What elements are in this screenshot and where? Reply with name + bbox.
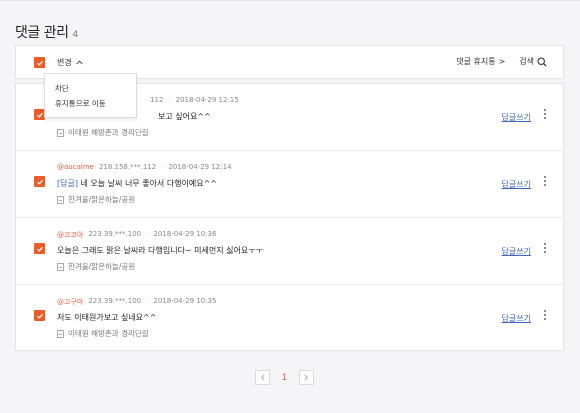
comment-row: @고구마 223.39.***.100 · 2018-04-29 10:35 저… [16, 285, 563, 352]
change-dropdown-button[interactable]: 변경 [57, 57, 83, 68]
check-icon [36, 179, 43, 185]
comment-ip: 112 [150, 96, 164, 104]
comment-count: 4 [72, 30, 79, 40]
more-options-icon[interactable] [543, 310, 546, 321]
menu-item-move-to-trash[interactable]: 휴지통으로 이동 [45, 96, 136, 111]
more-options-icon[interactable] [543, 243, 546, 254]
check-icon [36, 60, 43, 66]
change-label: 변경 [57, 58, 72, 67]
check-icon [36, 112, 43, 118]
meta-separator: · [161, 163, 164, 171]
page-number-current[interactable]: 1 [277, 373, 292, 383]
comment-author[interactable]: @aucalme [57, 163, 94, 171]
comment-checkbox[interactable] [34, 243, 45, 254]
menu-item-block[interactable]: 차단 [45, 81, 136, 96]
comment-meta: @코코아 223.39.***.100 · 2018-04-29 10:36 [57, 230, 216, 240]
trash-label: 댓글 휴지통 [456, 57, 496, 66]
change-dropdown-menu: 차단 휴지통으로 이동 [44, 73, 137, 118]
document-icon [57, 128, 64, 137]
meta-separator: · [146, 230, 149, 238]
comment-body: 오늘은 그래도 맑은 날씨라 다행입니다~ 미세먼지 싫어요ㅜㅜ [57, 246, 263, 255]
reply-link[interactable]: 답글쓰기 [502, 246, 531, 257]
pagination: 1 [255, 370, 314, 385]
comment-ip: 218.158.***.112 [98, 163, 157, 171]
comment-date: 2018-04-29 12:15 [175, 96, 239, 104]
select-all-checkbox[interactable] [34, 57, 45, 68]
comment-board[interactable]: 한겨울/맑은하늘/공원 [57, 261, 135, 272]
board-name: 이태원 해방촌과 경리단길 [68, 329, 149, 338]
check-icon [36, 313, 43, 319]
comment-ip: 223.39.***.100 [88, 230, 142, 238]
document-icon [57, 329, 64, 338]
next-page-button[interactable] [299, 370, 314, 385]
search-icon [537, 56, 547, 67]
reply-link[interactable]: 답글쓰기 [502, 112, 531, 123]
comment-body: 보고 싶어요^^ [158, 112, 211, 121]
check-icon [36, 246, 43, 252]
comment-board[interactable]: 이태원 해방촌과 경리단길 [57, 328, 149, 339]
more-options-icon[interactable] [543, 109, 546, 120]
trash-link[interactable]: 댓글 휴지통 > [456, 56, 505, 67]
search-label: 검색 [519, 57, 534, 66]
chevron-up-icon [76, 60, 83, 65]
comment-date: 2018-04-29 12:14 [168, 163, 232, 171]
meta-separator: · [146, 297, 149, 305]
board-name: 한겨울/맑은하늘/공원 [68, 195, 136, 204]
comment-body: 저도 이태원가보고 싶네요^^ [57, 313, 157, 322]
comment-text: 저도 이태원가보고 싶네요^^ [57, 312, 156, 323]
comment-text: 보고 싶어요^^ [158, 111, 211, 122]
chevron-left-icon [261, 374, 265, 381]
comment-row: @aucalme 218.158.***.112 · 2018-04-29 12… [16, 151, 563, 218]
comment-text: 오늘은 그래도 맑은 날씨라 다행입니다~ 미세먼지 싫어요ㅜㅜ [57, 245, 263, 256]
comment-checkbox[interactable] [34, 310, 45, 321]
document-icon [57, 195, 64, 204]
comment-list: 112 · 2018-04-29 12:15 보고 싶어요^^ 이태원 해방촌과… [15, 83, 564, 351]
search-button[interactable]: 검색 [519, 56, 547, 67]
document-icon [57, 262, 64, 271]
comment-checkbox[interactable] [34, 176, 45, 187]
reply-tag: [답글] [57, 179, 78, 188]
comment-author[interactable]: @코코아 [57, 230, 83, 240]
trash-arrow: > [498, 57, 506, 66]
comment-meta: @고구마 223.39.***.100 · 2018-04-29 10:35 [57, 297, 216, 307]
meta-separator: · [168, 96, 171, 104]
board-name: 한겨울/맑은하늘/공원 [68, 262, 136, 271]
reply-link[interactable]: 답글쓰기 [502, 313, 531, 324]
prev-page-button[interactable] [255, 370, 270, 385]
comment-body: 네 오늘 날씨 너무 좋아서 다행이예요^^ [77, 179, 218, 188]
reply-link[interactable]: 답글쓰기 [502, 179, 531, 190]
comment-date: 2018-04-29 10:36 [153, 230, 217, 238]
comment-meta: @aucalme 218.158.***.112 · 2018-04-29 12… [57, 163, 232, 171]
comment-author[interactable]: @고구마 [57, 297, 83, 307]
comment-ip: 223.39.***.100 [88, 297, 142, 305]
chevron-right-icon [304, 374, 308, 381]
comment-date: 2018-04-29 10:35 [153, 297, 217, 305]
comment-board[interactable]: 이태원 해방촌과 경리단길 [57, 127, 149, 138]
comment-text: [답글] 네 오늘 날씨 너무 좋아서 다행이예요^^ [57, 178, 217, 189]
page-header: 댓글 관리 4 [15, 22, 78, 42]
comment-row: @코코아 223.39.***.100 · 2018-04-29 10:36 오… [16, 218, 563, 285]
comment-meta: 112 · 2018-04-29 12:15 [150, 96, 239, 104]
page-title: 댓글 관리 [15, 25, 69, 41]
more-options-icon[interactable] [543, 176, 546, 187]
toolbar-actions: 댓글 휴지통 > 검색 [456, 56, 547, 67]
comment-board[interactable]: 한겨울/맑은하늘/공원 [57, 194, 135, 205]
board-name: 이태원 해방촌과 경리단길 [68, 128, 149, 137]
top-divider [0, 0, 580, 1]
